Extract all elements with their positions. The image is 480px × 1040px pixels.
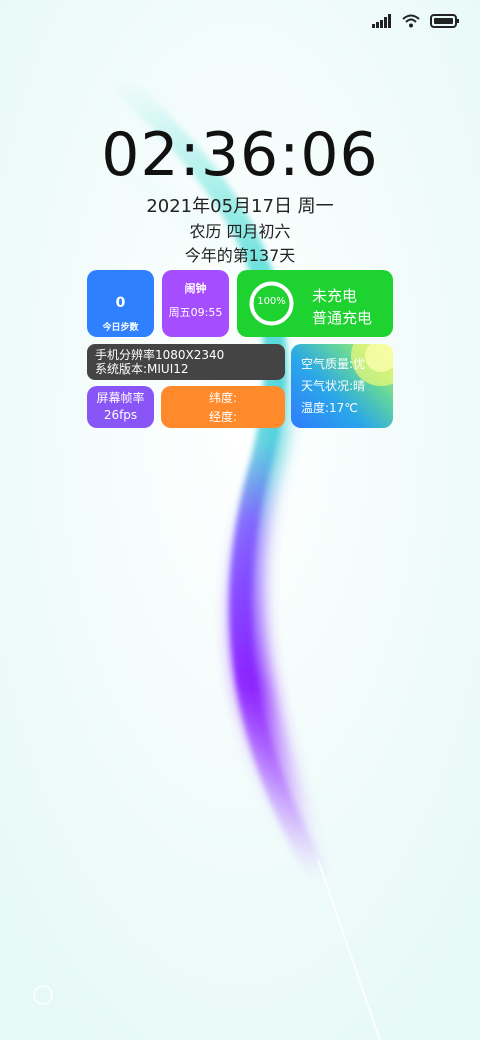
fps-widget[interactable]: 屏幕帧率 26fps xyxy=(87,386,154,428)
wifi-icon xyxy=(402,14,420,28)
steps-value: 0 xyxy=(115,295,126,311)
battery-percent: 100% xyxy=(257,296,286,307)
system-version: 系统版本:MIUI12 xyxy=(95,362,189,376)
temperature: 温度:17℃ xyxy=(301,401,358,415)
battery-widget[interactable]: 100% 未充电 普通充电 xyxy=(237,270,393,337)
location-widget[interactable]: 纬度: 经度: xyxy=(161,386,285,428)
weather-condition: 天气状况:晴 xyxy=(301,379,366,393)
battery-icon xyxy=(430,14,459,28)
charging-status: 未充电 xyxy=(312,287,358,305)
steps-label: 今日步数 xyxy=(102,323,139,333)
alarm-title: 闹钟 xyxy=(184,282,207,295)
clock-time: 02:36:06 xyxy=(101,120,379,190)
weather-widget[interactable]: 空气质量:优 天气状况:晴 温度:17℃ xyxy=(291,344,393,428)
date-text: 2021年05月17日 周一 xyxy=(146,196,334,217)
longitude: 经度: xyxy=(208,410,238,424)
signal-icon xyxy=(372,14,391,28)
fps-title: 屏幕帧率 xyxy=(96,391,145,405)
latitude: 纬度: xyxy=(208,391,238,405)
day-of-year-text: 今年的第137天 xyxy=(184,246,296,265)
system-info-widget[interactable]: 手机分辨率1080X2340 系统版本:MIUI12 xyxy=(87,344,285,380)
alarm-widget[interactable]: 闹钟 周五09:55 xyxy=(162,270,229,337)
camera-shortcut-icon[interactable] xyxy=(33,985,53,1005)
screen-resolution: 手机分辨率1080X2340 xyxy=(95,348,225,362)
lunar-date-text: 农历 四月初六 xyxy=(189,222,291,241)
air-quality: 空气质量:优 xyxy=(301,357,366,371)
fps-value: 26fps xyxy=(103,408,138,422)
charging-mode: 普通充电 xyxy=(312,309,373,327)
status-bar xyxy=(372,10,460,32)
alarm-time: 周五09:55 xyxy=(168,306,223,319)
steps-widget[interactable]: 0 今日步数 xyxy=(87,270,154,337)
